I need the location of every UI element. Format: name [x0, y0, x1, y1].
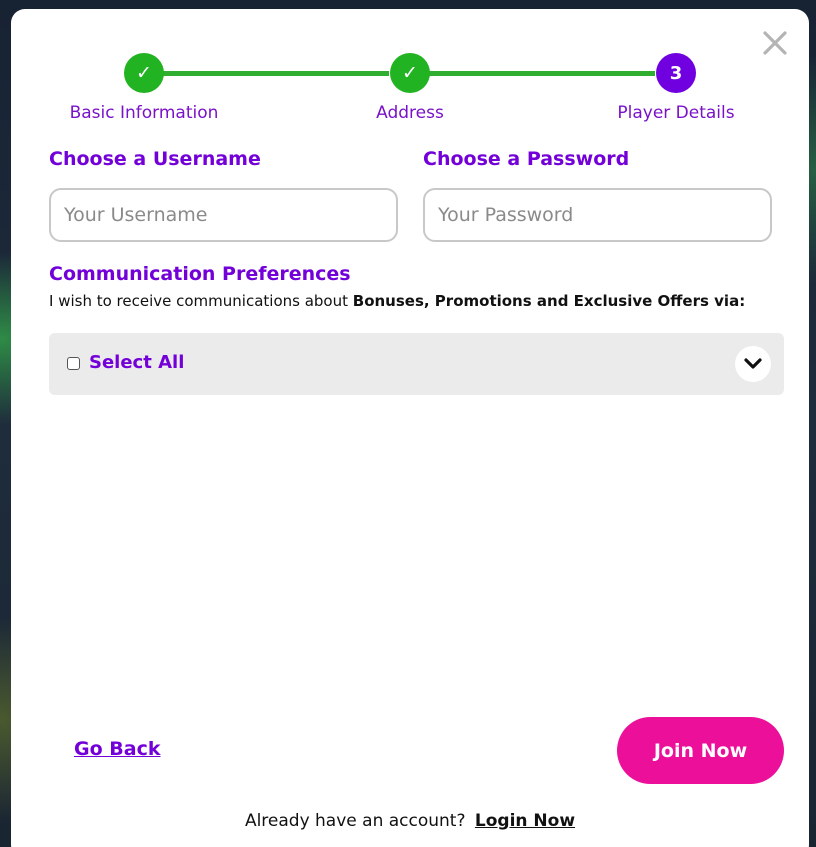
step-label-address: Address: [376, 103, 444, 123]
communication-description: I wish to receive communications about B…: [49, 292, 746, 310]
username-label: Choose a Username: [49, 148, 261, 170]
login-now-link[interactable]: Login Now: [475, 811, 575, 831]
step-label-player-details: Player Details: [617, 103, 735, 123]
login-prompt-text: Already have an account?: [244, 811, 466, 831]
password-label: Choose a Password: [423, 148, 630, 170]
go-back-link[interactable]: Go Back: [74, 738, 160, 760]
chevron-down-icon: [744, 358, 762, 369]
password-input[interactable]: [423, 188, 772, 242]
expand-toggle[interactable]: [735, 346, 771, 382]
step-2-check-icon: ✓: [390, 53, 430, 93]
stepper-connector: [163, 71, 389, 76]
step-3-number: 3: [656, 53, 696, 93]
select-all-accordion[interactable]: Select All: [49, 333, 784, 395]
username-input[interactable]: [49, 188, 398, 242]
login-prompt: Already have an account? Login Now: [11, 811, 809, 831]
step-label-basic-information: Basic Information: [69, 103, 219, 123]
join-now-button[interactable]: Join Now: [617, 717, 784, 784]
progress-stepper: ✓ ✓ 3 Basic Information Address Player D…: [11, 9, 809, 139]
select-all-checkbox[interactable]: [67, 357, 80, 370]
stepper-connector: [429, 71, 655, 76]
step-1-check-icon: ✓: [124, 53, 164, 93]
communication-preferences-title: Communication Preferences: [49, 263, 351, 285]
registration-modal: ✓ ✓ 3 Basic Information Address Player D…: [11, 9, 809, 847]
select-all-label: Select All: [89, 352, 185, 373]
